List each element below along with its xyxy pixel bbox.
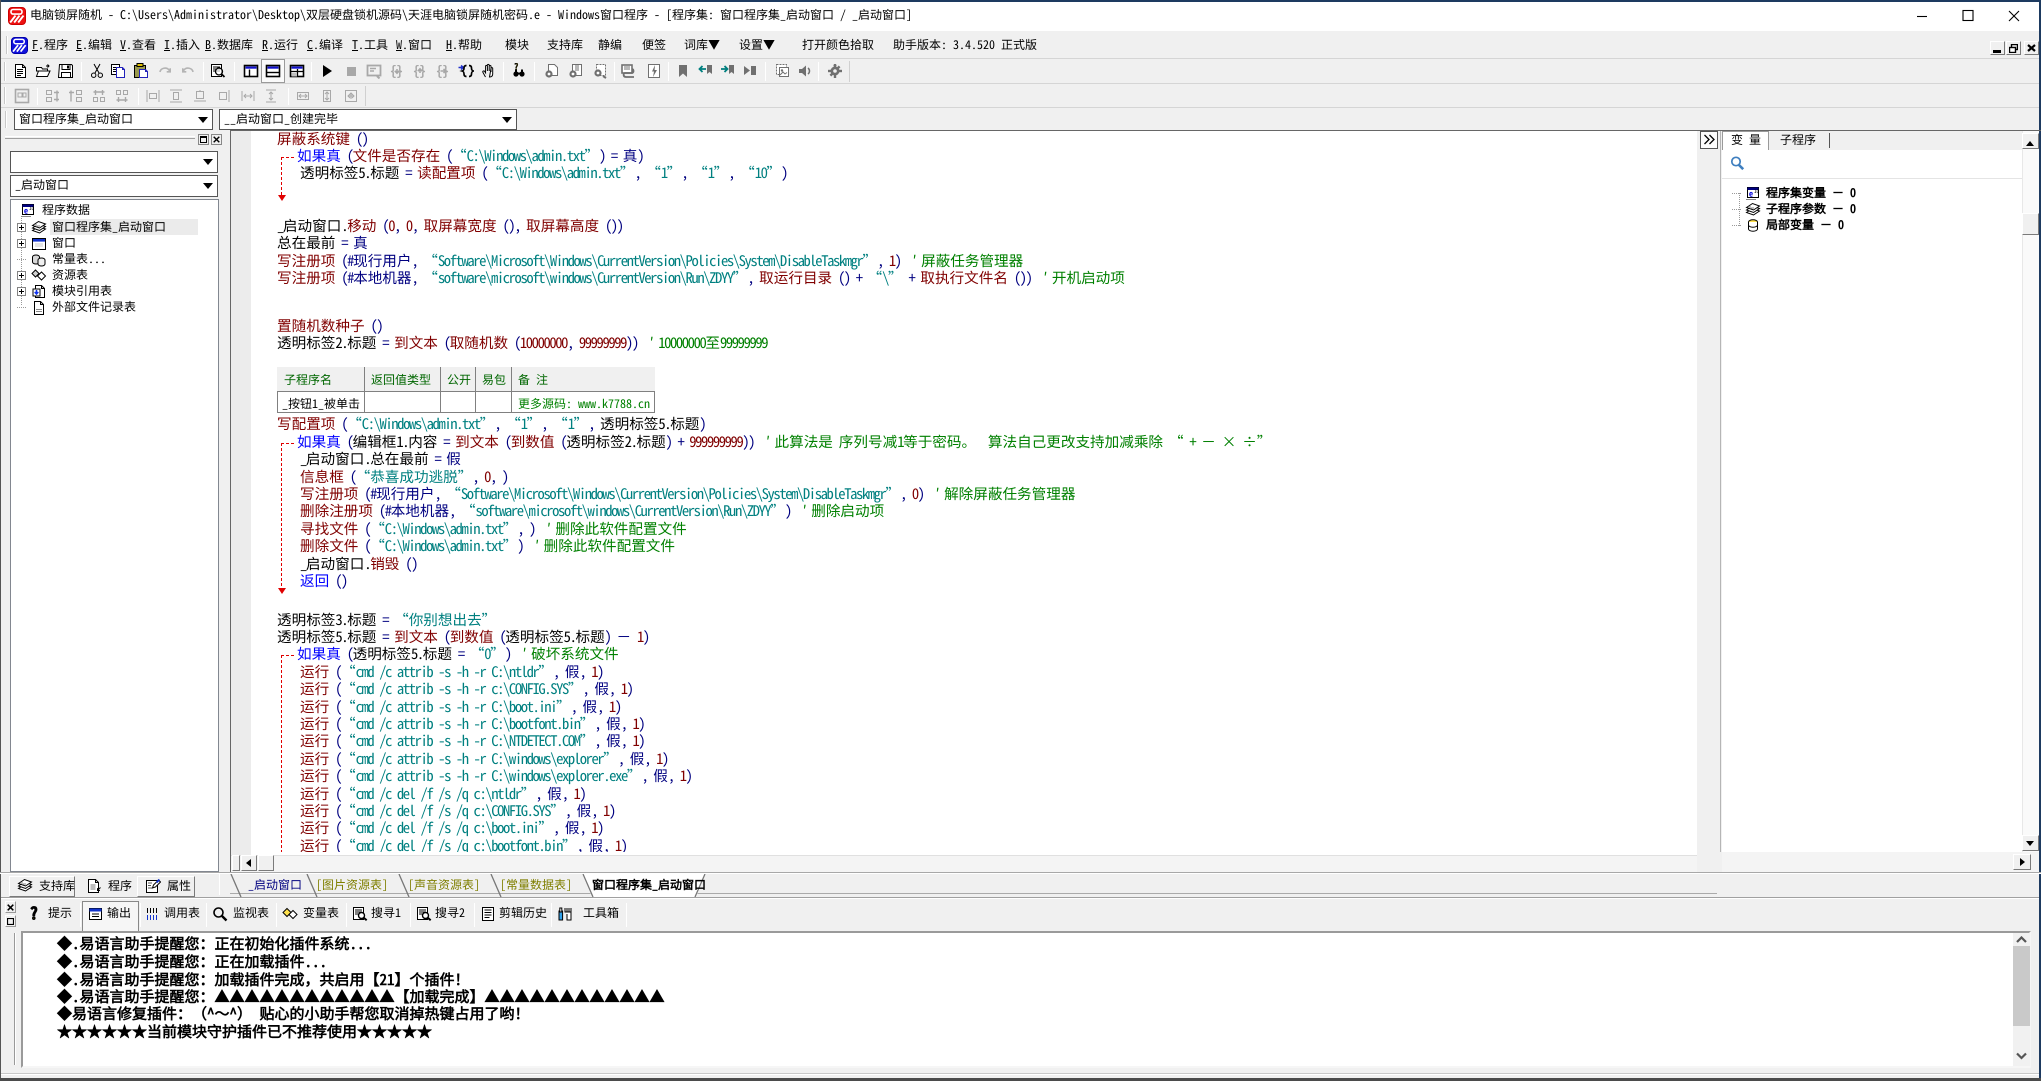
svg-text:10: 10 — [29, 205, 35, 212]
svg-text:e: e — [24, 206, 28, 217]
svg-text:10: 10 — [1754, 188, 1760, 195]
svg-text:?: ? — [30, 906, 38, 922]
svg-text:e: e — [1749, 189, 1753, 200]
